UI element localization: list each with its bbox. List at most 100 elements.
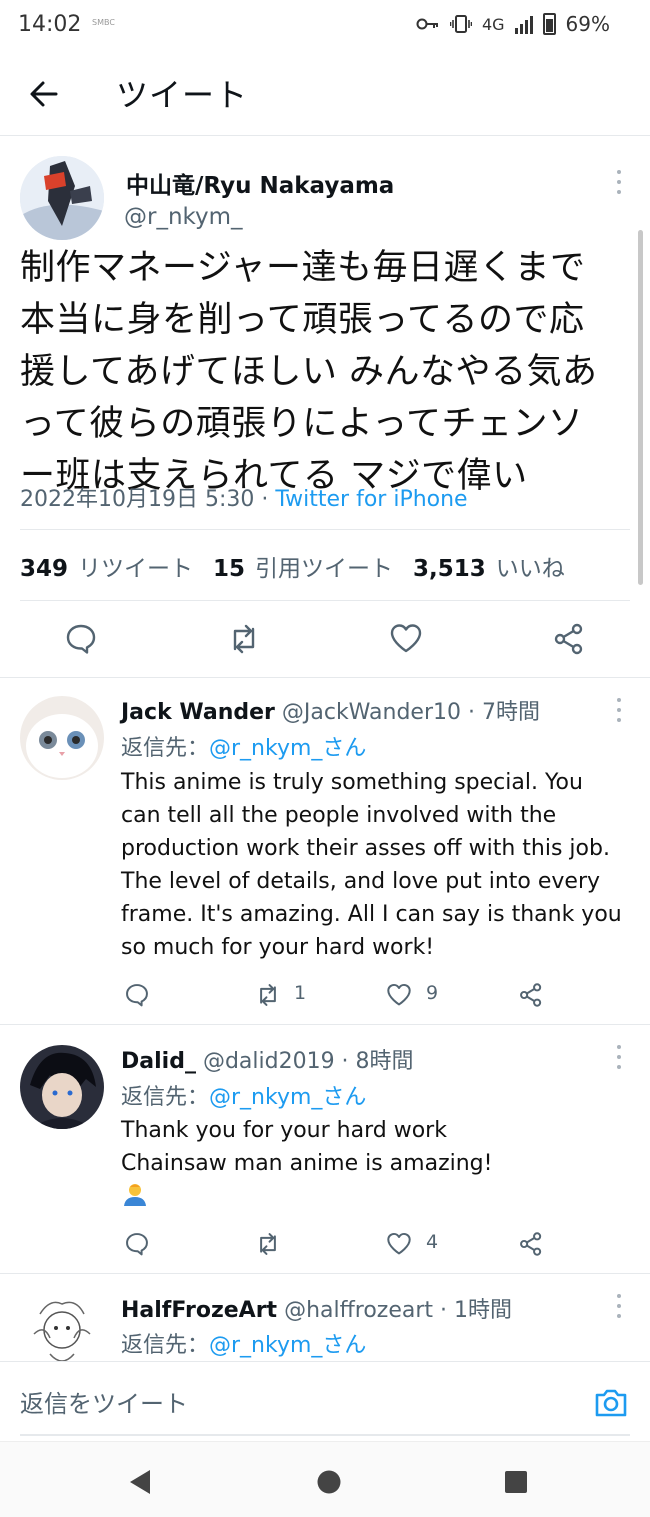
- reply-header: Jack Wander @JackWander10 · 7時間: [121, 694, 540, 726]
- quotes-label: 引用ツイート: [255, 556, 394, 582]
- share-icon[interactable]: [518, 982, 544, 1008]
- key-icon: [416, 18, 438, 30]
- nav-home-icon[interactable]: [317, 1470, 341, 1494]
- tweet-meta: 2022年10月19日 5:30 · Twitter for iPhone: [20, 481, 468, 513]
- nav-recents-icon[interactable]: [505, 1471, 527, 1493]
- reply-text-line: so much for your hard work!: [121, 935, 435, 960]
- more-icon[interactable]: [616, 1045, 622, 1069]
- reply-text-line: production work their asses off with thi…: [121, 836, 610, 861]
- divider: [20, 529, 630, 530]
- reply-to-label: 返信先：: [121, 1333, 210, 1358]
- reply-author-name[interactable]: HalfFrozeArt: [121, 1298, 277, 1323]
- reply-header: Dalid_ @dalid2019 · 8時間: [121, 1043, 414, 1075]
- divider: [20, 600, 630, 601]
- reply-to-handle[interactable]: @r_nkym_さん: [209, 1333, 366, 1358]
- avatar-image: [20, 1294, 104, 1361]
- scrollbar[interactable]: [638, 230, 643, 585]
- like-count: 4: [426, 1231, 439, 1253]
- reply-header: HalfFrozeArt @halffrozeart · 1時間: [121, 1292, 512, 1324]
- share-icon[interactable]: [518, 1231, 544, 1257]
- reply-author-handle[interactable]: @halffrozeart: [284, 1298, 433, 1323]
- retweet-count: 1: [294, 982, 307, 1004]
- reply-text: This anime is truly something special. Y…: [121, 766, 636, 964]
- likes-count: 3,513: [413, 556, 486, 582]
- reply-text-line: frame. It's amazing. All I can say is th…: [121, 902, 622, 927]
- retweet-icon[interactable]: [226, 622, 262, 656]
- like-icon[interactable]: [386, 1231, 412, 1256]
- author-handle[interactable]: @r_nkym_: [124, 204, 243, 230]
- reply-icon[interactable]: [124, 982, 150, 1008]
- reply-tweet[interactable]: Jack Wander @JackWander10 · 7時間 返信先：@r_n…: [0, 678, 650, 1024]
- like-icon[interactable]: [389, 622, 423, 654]
- tweet-stats: 349 リツイート 15 引用ツイート 3,513 いいね: [20, 549, 565, 583]
- reply-to-line: 返信先：@r_nkym_さん: [121, 1327, 366, 1359]
- reply-author-name[interactable]: Dalid_: [121, 1049, 196, 1074]
- reply-text-line: This anime is truly something special. Y…: [121, 770, 583, 795]
- bowing-person-icon: [124, 1184, 146, 1206]
- battery-icon: [542, 13, 556, 35]
- nav-back-icon[interactable]: [128, 1469, 152, 1495]
- tweet-source[interactable]: Twitter for iPhone: [275, 487, 467, 512]
- tweet-text-line: 援してあげてほしい みんなやる気あ: [20, 352, 598, 392]
- quotes-stat[interactable]: 15 引用ツイート: [213, 549, 393, 583]
- reply-author-name[interactable]: Jack Wander: [121, 700, 275, 725]
- tweet-actions: [0, 618, 650, 660]
- reply-text-line: Thank you for your hard work: [121, 1118, 447, 1143]
- page-title: ツイート: [116, 76, 249, 114]
- more-icon[interactable]: [616, 1294, 622, 1318]
- like-count: 9: [426, 982, 439, 1004]
- camera-icon[interactable]: [594, 1386, 628, 1418]
- retweets-stat[interactable]: 349 リツイート: [20, 549, 193, 583]
- reply-text-line: can tell all the people involved with th…: [121, 803, 557, 828]
- retweets-count: 349: [20, 556, 69, 582]
- reply-icon[interactable]: [64, 622, 98, 656]
- compose-underline: [20, 1434, 630, 1436]
- reply-to-label: 返信先：: [121, 736, 210, 761]
- reply-author-handle[interactable]: @dalid2019: [203, 1049, 335, 1074]
- like-icon[interactable]: [386, 982, 412, 1007]
- battery-percent: 69%: [565, 12, 610, 36]
- likes-stat[interactable]: 3,513 いいね: [413, 549, 565, 583]
- reply-to-label: 返信先：: [121, 1085, 210, 1110]
- network-type: 4G: [481, 14, 505, 34]
- retweet-icon[interactable]: [254, 982, 282, 1008]
- status-bar: 14:02 SMBC 4G 69%: [0, 0, 650, 52]
- reply-author-handle[interactable]: @JackWander10: [282, 700, 461, 725]
- back-arrow-icon[interactable]: [26, 76, 62, 112]
- vibrate-icon: [449, 15, 472, 33]
- reply-avatar[interactable]: [20, 696, 104, 780]
- reply-to-line: 返信先：@r_nkym_さん: [121, 1079, 366, 1111]
- tweet-text: 制作マネージャー達も毎日遅くまで 本当に身を削って頑張ってるので応 援してあげて…: [20, 242, 625, 502]
- reply-tweet[interactable]: HalfFrozeArt @halffrozeart · 1時間 返信先：@r_…: [0, 1274, 650, 1361]
- share-icon[interactable]: [552, 622, 586, 656]
- reply-compose-bar: 返信をツイート: [0, 1361, 650, 1441]
- reply-time: · 1時間: [433, 1298, 513, 1323]
- meta-separator: ·: [254, 487, 276, 512]
- reply-text: Thank you for your hard work Chainsaw ma…: [121, 1114, 636, 1214]
- quotes-count: 15: [213, 556, 246, 582]
- author-avatar[interactable]: [20, 156, 104, 240]
- signal-icon: [514, 14, 533, 34]
- status-icons: 4G 69%: [416, 12, 610, 36]
- reply-icon[interactable]: [124, 1231, 150, 1257]
- more-icon[interactable]: [616, 170, 622, 194]
- author-name[interactable]: 中山竜/Ryu Nakayama: [126, 166, 394, 200]
- reply-avatar[interactable]: [20, 1294, 104, 1361]
- status-time: 14:02: [18, 12, 82, 37]
- more-icon[interactable]: [616, 698, 622, 722]
- retweets-label: リツイート: [78, 556, 194, 582]
- reply-actions: 4: [0, 1229, 650, 1259]
- reply-to-handle[interactable]: @r_nkym_さん: [209, 1085, 366, 1110]
- avatar-image: [20, 1045, 104, 1129]
- tweet-text-line: 制作マネージャー達も毎日遅くまで: [20, 248, 586, 288]
- reply-avatar[interactable]: [20, 1045, 104, 1129]
- reply-to-handle[interactable]: @r_nkym_さん: [209, 736, 366, 761]
- tweet-text-line: 本当に身を削って頑張ってるので応: [20, 300, 585, 340]
- emoji: [121, 1180, 636, 1214]
- reply-to-line: 返信先：@r_nkym_さん: [121, 730, 366, 762]
- likes-label: いいね: [495, 556, 565, 582]
- reply-tweet[interactable]: Dalid_ @dalid2019 · 8時間 返信先：@r_nkym_さん T…: [0, 1025, 650, 1273]
- reply-input[interactable]: 返信をツイート: [20, 1384, 188, 1419]
- retweet-icon[interactable]: [254, 1231, 282, 1257]
- tweet-timestamp[interactable]: 2022年10月19日 5:30: [20, 487, 254, 512]
